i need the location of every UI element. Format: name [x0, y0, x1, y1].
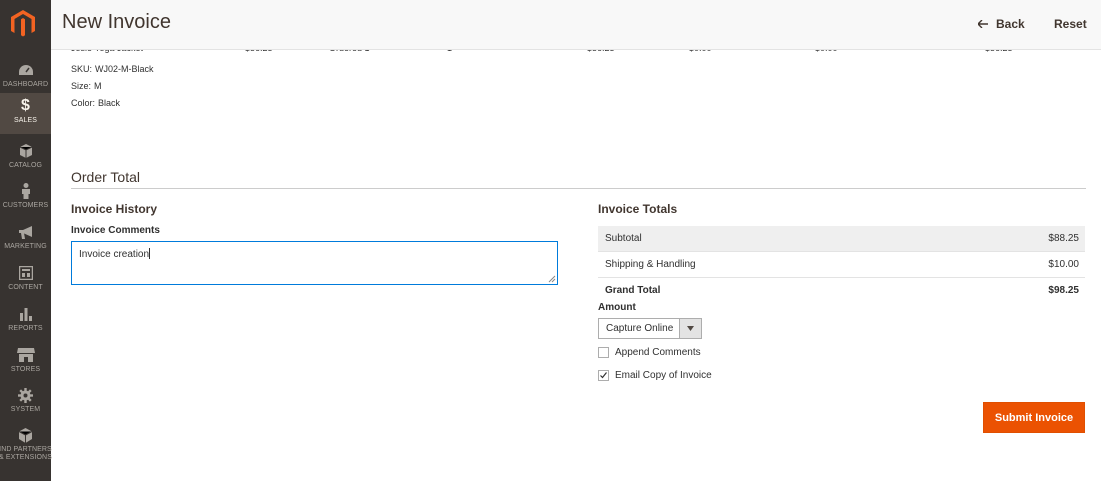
nav-dashboard[interactable]: DASHBOARD [0, 57, 51, 98]
box-icon [0, 427, 51, 443]
invoice-totals-title: Invoice Totals [598, 202, 678, 216]
page-header: New Invoice Back Reset [51, 0, 1101, 50]
storefront-icon [0, 347, 51, 363]
page-title: New Invoice [62, 11, 171, 33]
totals-row-grand-total: Grand Total $98.25 [598, 278, 1085, 304]
invoice-history-title: Invoice History [71, 202, 158, 216]
amount-capture-select[interactable]: Capture Online [598, 318, 702, 339]
nav-catalog[interactable]: CATALOG [0, 138, 51, 179]
item-color: Color: Black [71, 98, 121, 108]
back-button[interactable]: Back [978, 17, 1025, 31]
totals-row-subtotal: Subtotal $88.25 [598, 226, 1085, 252]
nav-stores[interactable]: STORES [0, 342, 51, 383]
subtotal-label: Subtotal [605, 233, 642, 244]
text-caret [149, 248, 151, 259]
item-options: SKU: WJ02-M-Black Size: M Color: Black [71, 61, 154, 112]
gear-icon [0, 387, 51, 403]
layout-icon [0, 265, 51, 281]
append-comments-checkbox[interactable] [598, 347, 609, 358]
append-comments-option[interactable]: Append Comments [598, 347, 701, 358]
checkmark-icon [600, 372, 607, 379]
bar-chart-icon [0, 306, 51, 322]
nav-content[interactable]: CONTENT [0, 260, 51, 301]
nav-customers[interactable]: CUSTOMERS [0, 178, 51, 219]
magento-logo[interactable] [11, 10, 35, 38]
amount-label: Amount [598, 302, 636, 313]
shipping-value: $10.00 [1048, 259, 1079, 270]
dollar-icon: $ [21, 97, 30, 114]
amount-selected-value: Capture Online [606, 323, 674, 334]
email-copy-option[interactable]: Email Copy of Invoice [598, 370, 712, 381]
shipping-label: Shipping & Handling [605, 259, 696, 270]
nav-marketing[interactable]: MARKETING [0, 219, 51, 260]
megaphone-icon [0, 224, 51, 240]
section-divider [71, 188, 1086, 189]
submit-invoice-button[interactable]: Submit Invoice [983, 402, 1085, 433]
nav-partners-extensions[interactable]: IND PARTNERS & EXTENSIONS [0, 422, 52, 470]
item-size: Size: M [71, 81, 102, 91]
main-content: Josie Yoga Jacket $56.25 Ordered 1 1 $56… [51, 0, 1101, 481]
order-total-title: Order Total [71, 169, 140, 185]
person-icon [0, 183, 51, 199]
reset-button[interactable]: Reset [1054, 17, 1087, 31]
subtotal-value: $88.25 [1048, 233, 1079, 244]
append-comments-label: Append Comments [615, 347, 701, 358]
resize-grip-icon[interactable] [548, 275, 556, 283]
dashboard-icon [0, 62, 51, 78]
totals-row-shipping: Shipping & Handling $10.00 [598, 252, 1085, 278]
grand-total-value: $98.25 [1048, 285, 1079, 296]
nav-system[interactable]: SYSTEM [0, 382, 51, 423]
nav-reports[interactable]: REPORTS [0, 301, 51, 342]
arrow-left-icon [978, 20, 988, 28]
invoice-totals-table: Subtotal $88.25 Shipping & Handling $10.… [598, 226, 1085, 304]
admin-sidebar: DASHBOARD $ SALES CATALOG CUSTOMERS MARK… [0, 0, 52, 481]
invoice-comments-text: Invoice creation [79, 249, 150, 260]
cube-icon [0, 143, 51, 159]
chevron-down-icon[interactable] [679, 319, 701, 338]
email-copy-checkbox[interactable] [598, 370, 609, 381]
grand-total-label: Grand Total [605, 285, 661, 296]
back-button-label: Back [996, 17, 1025, 31]
invoice-comments-label: Invoice Comments [71, 225, 160, 236]
item-sku: SKU: WJ02-M-Black [71, 64, 154, 74]
email-copy-label: Email Copy of Invoice [615, 370, 712, 381]
invoice-comments-textarea[interactable]: Invoice creation [71, 241, 558, 285]
nav-sales[interactable]: $ SALES [0, 93, 51, 134]
